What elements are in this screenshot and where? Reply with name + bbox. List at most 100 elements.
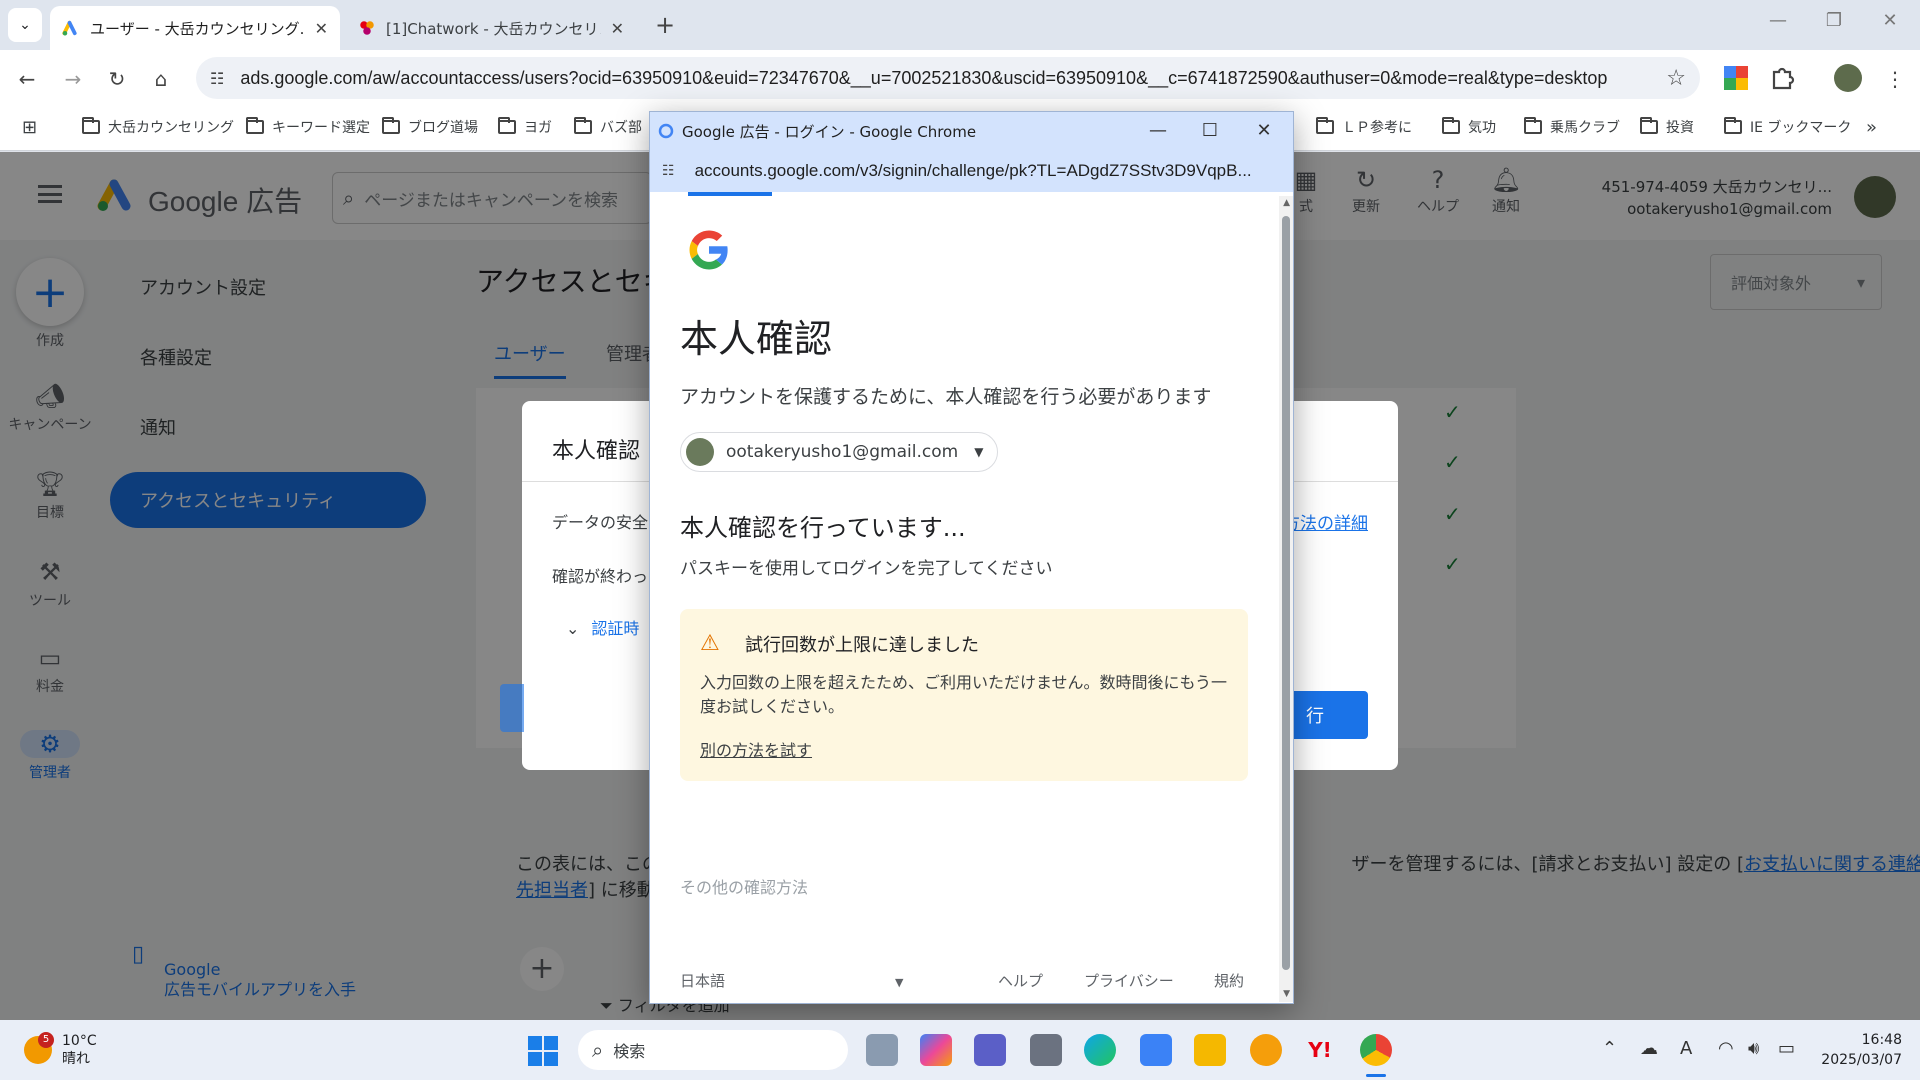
warning-icon: ⚠ — [700, 631, 720, 656]
maximize-icon[interactable]: ☐ — [1195, 120, 1225, 141]
dialog-text: 確認が終わっ — [552, 567, 649, 586]
close-icon[interactable]: ✕ — [1249, 120, 1279, 141]
address-bar[interactable]: ☷ ads.google.com/aw/accountaccess/users?… — [196, 57, 1700, 99]
site-info-icon[interactable]: ☷ — [210, 69, 224, 88]
settings-app-icon[interactable] — [1030, 1034, 1062, 1066]
try-another-way-link[interactable]: 別の方法を試す — [700, 737, 812, 761]
chevron-up-icon[interactable]: ⌃ — [1602, 1038, 1617, 1059]
scroll-up-icon[interactable]: ▲ — [1283, 198, 1290, 208]
chatwork-icon — [360, 21, 374, 35]
terms-link[interactable]: 規約 — [1214, 970, 1244, 991]
restore-icon[interactable]: ❐ — [1814, 10, 1854, 31]
wifi-icon[interactable]: ◠ — [1718, 1038, 1734, 1059]
scrollbar-thumb[interactable] — [1282, 216, 1290, 970]
folder-icon — [1524, 117, 1542, 134]
profile-avatar[interactable] — [1834, 64, 1862, 92]
back-icon[interactable]: ← — [12, 64, 42, 94]
status-subtitle: パスキーを使用してログインを完了してください — [680, 559, 1053, 579]
store-icon[interactable] — [1140, 1034, 1172, 1066]
ime-icon[interactable]: A — [1680, 1038, 1692, 1059]
google-extension-icon[interactable] — [1722, 64, 1750, 92]
dialog-title: 本人確認 — [552, 439, 641, 464]
help-link[interactable]: ヘルプ — [998, 970, 1043, 991]
tab-search-button[interactable]: ⌄ — [8, 8, 42, 42]
taskbar-search[interactable]: ⌕ 検索 — [578, 1030, 848, 1070]
forward-icon[interactable]: → — [58, 64, 88, 94]
auth-expander[interactable]: ⌄ 認証時 — [566, 615, 639, 639]
weather-condition: 晴れ — [62, 1051, 90, 1067]
apps-grid-icon[interactable]: ⊞ — [22, 117, 37, 138]
app-icon[interactable] — [1250, 1034, 1282, 1066]
minimize-icon[interactable]: — — [1143, 120, 1173, 141]
cancel-button-edge[interactable] — [500, 684, 524, 732]
sun-icon: 5 — [24, 1032, 54, 1064]
battery-icon[interactable]: ▭ — [1778, 1038, 1795, 1059]
bookmark-folder[interactable]: IE ブックマーク — [1724, 117, 1851, 137]
dialog-text: データの安全 — [552, 513, 649, 532]
edge-icon[interactable] — [1084, 1034, 1116, 1066]
avatar — [686, 438, 714, 466]
bookmark-folder[interactable]: ブログ道場 — [382, 117, 478, 137]
file-explorer-icon[interactable] — [1194, 1034, 1226, 1066]
volume-icon[interactable]: 🔊︎ — [1748, 1038, 1759, 1059]
close-icon[interactable]: ✕ — [611, 19, 624, 38]
more-bookmarks-icon[interactable]: » — [1866, 117, 1877, 138]
copilot-icon[interactable] — [920, 1034, 952, 1066]
bookmark-folder[interactable]: 気功 — [1442, 117, 1496, 137]
other-methods-button[interactable]: その他の確認方法 — [680, 874, 808, 898]
windows-start-icon[interactable] — [528, 1036, 558, 1066]
extensions-puzzle-icon[interactable] — [1768, 64, 1796, 92]
cloud-icon[interactable]: ☁ — [1640, 1038, 1658, 1059]
popup-address-bar[interactable]: ☷ accounts.google.com/v3/signin/challeng… — [650, 150, 1293, 192]
new-tab-button[interactable]: + — [650, 10, 680, 40]
home-icon[interactable]: ⌂ — [146, 64, 176, 94]
task-view-icon[interactable] — [866, 1034, 898, 1066]
subheading: アカウントを保護するために、本人確認を行う必要があります — [680, 386, 1212, 408]
clock[interactable]: 16:48 2025/03/07 — [1821, 1030, 1902, 1070]
windows-taskbar: 5 10°C 晴れ ⌕ 検索 Y! ⌃ ☁ A ◠ 🔊︎ ▭ 16:48 2025… — [0, 1020, 1920, 1080]
minimize-icon[interactable]: — — [1758, 10, 1798, 31]
tab-chatwork[interactable]: [1]Chatwork - 大岳カウンセリング ✕ — [346, 6, 636, 50]
bookmark-folder[interactable]: キーワード選定 — [246, 117, 370, 137]
popup-title: Google 広告 - ログイン - Google Chrome — [682, 122, 977, 141]
tab-strip: ⌄ ユーザー - 大岳カウンセリング.room ✕ [1]Chatwork - … — [0, 0, 1920, 50]
bookmark-folder[interactable]: ＬＰ参考に — [1316, 117, 1412, 137]
details-link[interactable]: 方法の詳細 — [1283, 509, 1368, 534]
weather-badge: 5 — [38, 1032, 54, 1048]
warning-title: 試行回数が上限に達しました — [745, 635, 979, 656]
progress-bar — [688, 192, 772, 196]
warning-box: ⚠ 試行回数が上限に達しました 入力回数の上限を超えたため、ご利用いただけません… — [680, 609, 1248, 781]
weather-widget[interactable]: 5 10°C 晴れ — [24, 1032, 97, 1068]
menu-dots-icon[interactable]: ⋮ — [1880, 64, 1910, 94]
close-icon[interactable]: ✕ — [315, 19, 328, 38]
heading: 本人確認 — [680, 319, 833, 361]
chrome-icon[interactable] — [1360, 1034, 1392, 1066]
close-window-icon[interactable]: ✕ — [1870, 10, 1910, 31]
dropdown-arrow-icon: ▼ — [895, 976, 904, 989]
language-select[interactable]: 日本語 ▼ — [680, 970, 903, 991]
yahoo-icon[interactable]: Y! — [1304, 1034, 1336, 1066]
privacy-link[interactable]: プライバシー — [1084, 970, 1174, 991]
chevron-down-icon: ▼ — [974, 445, 984, 459]
site-info-icon[interactable]: ☷ — [662, 163, 675, 179]
reload-icon[interactable]: ↻ — [102, 64, 132, 94]
bookmark-star-icon[interactable]: ☆ — [1666, 66, 1686, 91]
status-title: 本人確認を行っています... — [680, 514, 966, 542]
account-chip[interactable]: ootakeryusho1@gmail.com ▼ — [680, 432, 999, 472]
folder-icon — [574, 117, 592, 134]
bookmark-folder[interactable]: ヨガ — [498, 117, 552, 137]
bookmark-folder[interactable]: 投資 — [1640, 117, 1694, 137]
tab-title: ユーザー - 大岳カウンセリング.room — [90, 19, 305, 38]
search-icon: ⌕ — [592, 1038, 604, 1062]
tab-title: [1]Chatwork - 大岳カウンセリング — [386, 19, 601, 38]
teams-icon[interactable] — [974, 1034, 1006, 1066]
popup-title-bar: Google 広告 - ログイン - Google Chrome — ☐ ✕ — [650, 112, 1293, 150]
scroll-down-icon[interactable]: ▼ — [1283, 989, 1290, 999]
bookmark-folder[interactable]: 乗馬クラブ — [1524, 117, 1620, 137]
navigation-bar: ← → ↻ ⌂ ☷ ads.google.com/aw/accountacces… — [0, 50, 1920, 107]
bookmark-folder[interactable]: バズ部 — [574, 117, 642, 137]
bookmark-folder[interactable]: 大岳カウンセリング — [82, 117, 234, 137]
tab-google-ads[interactable]: ユーザー - 大岳カウンセリング.room ✕ — [50, 6, 340, 50]
popup-url: accounts.google.com/v3/signin/challenge/… — [694, 161, 1252, 180]
signin-popup-window: Google 広告 - ログイン - Google Chrome — ☐ ✕ ☷… — [649, 111, 1294, 1004]
